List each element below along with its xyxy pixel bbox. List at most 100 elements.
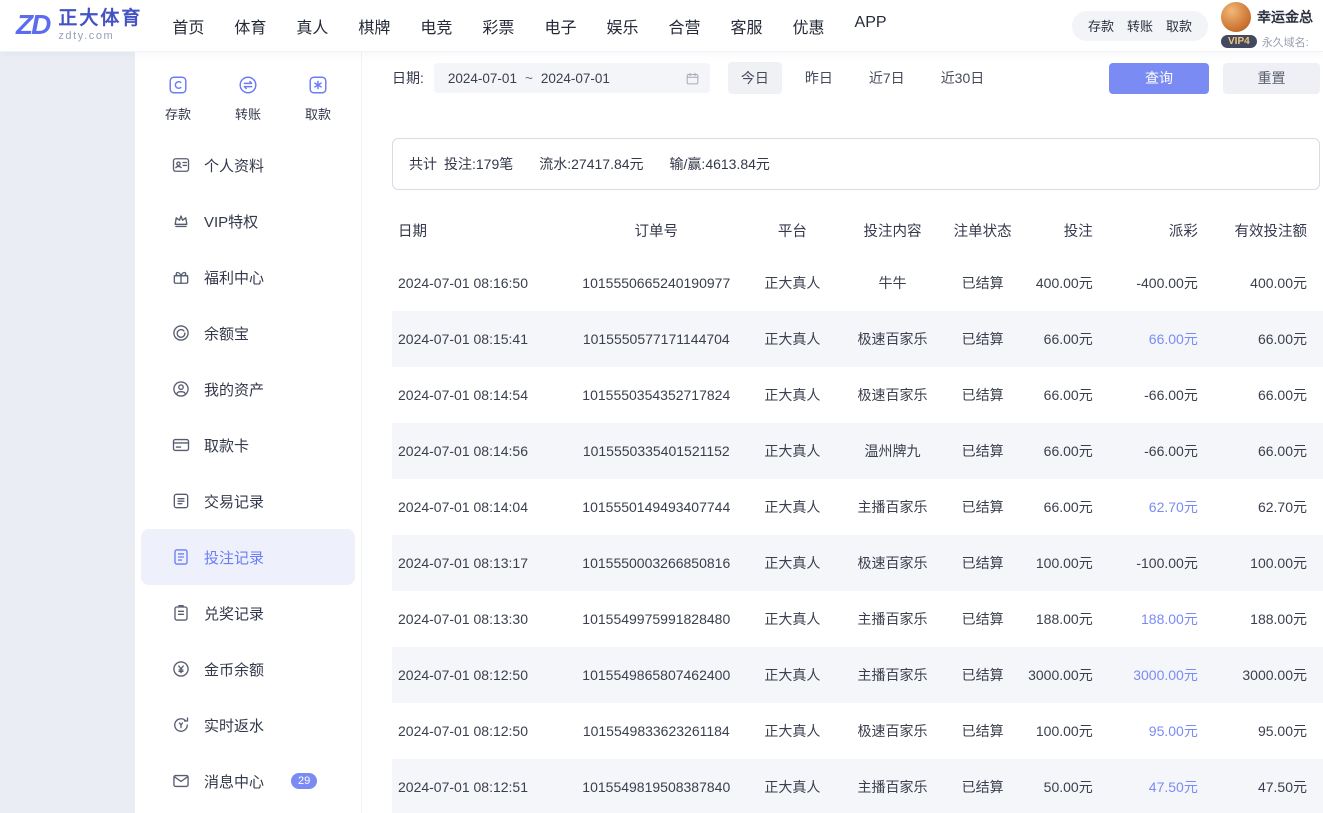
table-row[interactable]: 2024-07-01 08:12:50 1015549833623261184 正大… <box>392 703 1323 759</box>
summary-bets: 投注:179笔 <box>444 156 514 172</box>
column-header: 投注 <box>1063 224 1093 240</box>
sidebar-item[interactable]: 我的资产 <box>141 361 355 417</box>
sidebar-item[interactable]: VIP特权 <box>141 193 355 249</box>
date-to-value: 2024-07-01 <box>540 70 610 86</box>
main-content: 日期: 2024-07-01 ~ 2024-07-01 今日 昨日 近7日 近30日 … <box>362 52 1323 813</box>
range-button[interactable]: 今日 <box>727 62 782 94</box>
bet-records-icon <box>171 547 191 567</box>
nav-item[interactable]: APP <box>855 14 887 38</box>
sidebar-item-label: 取款卡 <box>204 437 250 455</box>
cell-valid: 400.00元 <box>1250 275 1307 291</box>
nav-item[interactable]: 电子 <box>544 14 576 38</box>
cell-payout: 62.70元 <box>1148 499 1198 515</box>
date-range-input[interactable]: 2024-07-01 ~ 2024-07-01 <box>433 63 710 93</box>
cell-order: 1015549833623261184 <box>582 723 730 739</box>
nav-item[interactable]: 首页 <box>172 14 204 38</box>
cell-payout: 95.00元 <box>1148 723 1198 739</box>
reset-button[interactable]: 重置 <box>1223 62 1320 94</box>
cell-date: 2024-07-01 08:13:17 <box>398 555 528 571</box>
sidebar-item-label: 消息中心 <box>204 773 265 791</box>
cell-content: 牛牛 <box>878 275 907 291</box>
nav-item[interactable]: 电竞 <box>420 14 452 38</box>
quick-action[interactable]: 转账 <box>235 74 261 123</box>
cell-content: 主播百家乐 <box>857 611 928 627</box>
gift-icon <box>171 267 191 287</box>
table-row[interactable]: 2024-07-01 08:16:50 1015550665240190977 正大… <box>392 255 1323 311</box>
table-row[interactable]: 2024-07-01 08:13:17 1015550003266850816 正大… <box>392 535 1323 591</box>
cell-bet: 400.00元 <box>1035 275 1093 291</box>
quick-action[interactable]: 存款 <box>165 74 191 123</box>
nav-item[interactable]: 优惠 <box>793 14 825 38</box>
date-separator: ~ <box>524 70 533 86</box>
cell-order: 1015550354352717824 <box>582 387 731 403</box>
user-name: 幸运金总 <box>1257 8 1313 25</box>
header-quick-link[interactable]: 取款 <box>1166 16 1192 35</box>
quick-action[interactable]: 取款 <box>305 74 331 123</box>
sidebar-item[interactable]: 兑奖记录 <box>141 585 355 641</box>
sidebar-item[interactable]: 投注记录 <box>141 529 355 585</box>
left-gutter <box>0 52 135 813</box>
query-button[interactable]: 查询 <box>1109 62 1209 94</box>
user-block[interactable]: 幸运金总 VIP4 永久域名: <box>1221 1 1313 50</box>
withdraw-icon <box>307 74 329 96</box>
nav-item[interactable]: 客服 <box>730 14 762 38</box>
sidebar-item[interactable]: 金币余额 <box>141 641 355 697</box>
sidebar-item[interactable]: 个人资料 <box>141 137 355 193</box>
table-row[interactable]: 2024-07-01 08:15:41 1015550577171144704 正大… <box>392 311 1323 367</box>
message-icon <box>171 771 191 791</box>
table-row[interactable]: 2024-07-01 08:14:54 1015550354352717824 正大… <box>392 367 1323 423</box>
sidebar-item[interactable]: 实时返水 <box>141 697 355 753</box>
nav-item[interactable]: 体育 <box>234 14 266 38</box>
nav-item[interactable]: 真人 <box>296 14 328 38</box>
permanent-domain-note: 永久域名: <box>1261 36 1309 49</box>
deposit-icon <box>167 74 189 96</box>
sidebar-item[interactable]: 消息中心 29 <box>141 753 355 809</box>
cell-valid: 66.00元 <box>1257 331 1307 347</box>
cell-platform: 正大真人 <box>764 275 821 291</box>
cell-valid: 66.00元 <box>1257 387 1307 403</box>
cell-date: 2024-07-01 08:12:50 <box>398 723 528 739</box>
sidebar-item[interactable]: 余额宝 <box>141 305 355 361</box>
sidebar-item[interactable]: 取款卡 <box>141 417 355 473</box>
table-row[interactable]: 2024-07-01 08:12:51 1015549819508387840 正大… <box>392 759 1323 813</box>
cell-status: 已结算 <box>961 779 1004 795</box>
brand-name: 正大体育 <box>58 8 143 30</box>
quick-action-label: 取款 <box>304 107 331 122</box>
range-button[interactable]: 近7日 <box>856 62 918 94</box>
header-quick-link[interactable]: 转账 <box>1127 16 1153 35</box>
cell-payout: 47.50元 <box>1148 779 1198 795</box>
range-button[interactable]: 昨日 <box>792 62 846 94</box>
cell-platform: 正大真人 <box>764 555 821 571</box>
header-quick-link[interactable]: 存款 <box>1088 16 1114 35</box>
range-button[interactable]: 近30日 <box>928 62 998 94</box>
sidebar: 存款 转账 取款 个人资料 VIP特权 福利中心 余额宝 我的资产取款卡交易记录 投注记录 兑奖… <box>135 52 362 813</box>
cell-valid: 188.00元 <box>1250 611 1307 627</box>
cell-order: 1015550335401521152 <box>582 443 730 459</box>
table-row[interactable]: 2024-07-01 08:13:30 1015549975991828480 正大… <box>392 591 1323 647</box>
nav-item[interactable]: 娱乐 <box>606 14 638 38</box>
bet-records-table: 日期 订单号 平台 投注内容 注单状态 投注 派彩 有效投注额 2024-07-01 08:1… <box>392 204 1323 813</box>
avatar[interactable] <box>1221 1 1251 32</box>
nav-item[interactable]: 彩票 <box>482 14 514 38</box>
vip-badge: VIP4 <box>1221 35 1257 48</box>
cell-status: 已结算 <box>961 611 1004 627</box>
brand[interactable]: ZD 正大体育 zdty.com <box>16 8 143 42</box>
nav-item[interactable]: 合营 <box>668 14 700 38</box>
nav-item[interactable]: 棋牌 <box>358 14 390 38</box>
sidebar-item[interactable]: 交易记录 <box>141 473 355 529</box>
redeem-icon <box>171 603 191 623</box>
cell-status: 已结算 <box>961 499 1004 515</box>
cell-bet: 66.00元 <box>1043 443 1093 459</box>
cell-content: 温州牌九 <box>864 443 921 459</box>
table-row[interactable]: 2024-07-01 08:14:04 1015550149493407744 正大… <box>392 479 1323 535</box>
column-header: 派彩 <box>1168 224 1198 240</box>
cell-status: 已结算 <box>961 723 1004 739</box>
cell-valid: 66.00元 <box>1257 443 1307 459</box>
cell-platform: 正大真人 <box>764 723 821 739</box>
sidebar-item[interactable]: 福利中心 <box>141 249 355 305</box>
table-row[interactable]: 2024-07-01 08:12:50 1015549865807462400 正大… <box>392 647 1323 703</box>
transactions-icon <box>171 491 191 511</box>
table-row[interactable]: 2024-07-01 08:14:56 1015550335401521152 正大… <box>392 423 1323 479</box>
page: ZD 正大体育 zdty.com 首页 体育 真人 棋牌 电竞 彩票 电子 娱乐 合营 客服 优惠 A… <box>0 0 1323 813</box>
cell-platform: 正大真人 <box>764 779 821 795</box>
